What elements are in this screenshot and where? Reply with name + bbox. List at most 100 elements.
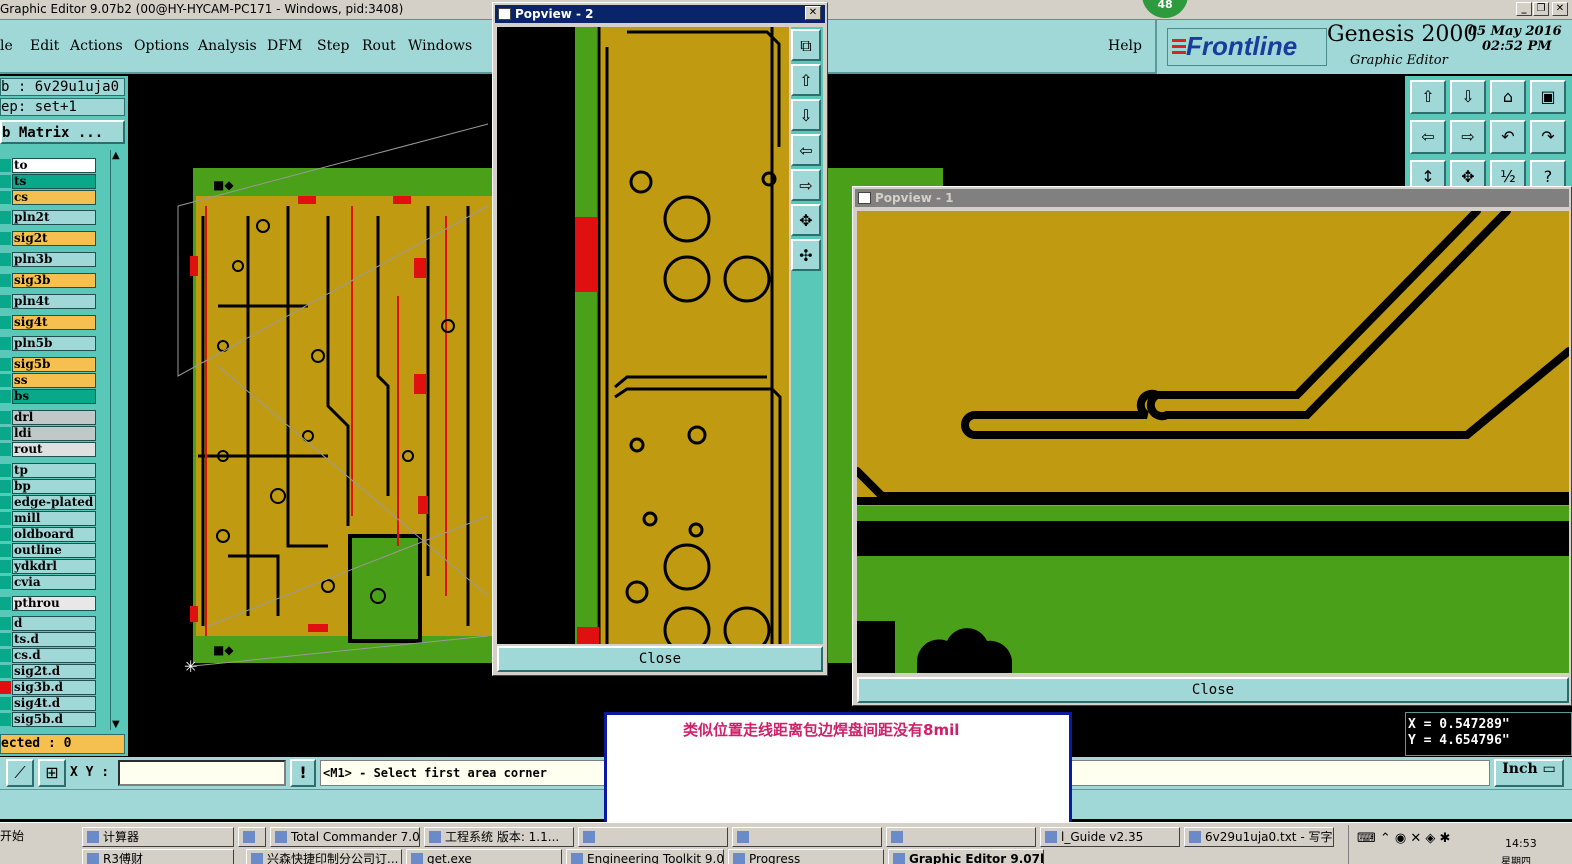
layer-affected-indicator[interactable] — [0, 560, 11, 573]
layer-affected-indicator[interactable] — [0, 544, 11, 557]
layer-sig3b-d[interactable]: sig3b.d — [12, 680, 96, 695]
menu-actions[interactable]: Actions — [70, 38, 123, 54]
pv-pan-right-icon[interactable]: ⇨ — [791, 169, 821, 201]
layer-affected-indicator[interactable] — [0, 496, 11, 509]
task-item[interactable] — [578, 827, 728, 847]
layer-affected-indicator[interactable] — [0, 665, 11, 678]
layer-affected-indicator[interactable] — [0, 411, 11, 424]
scroll-down-icon[interactable]: ▼ — [112, 719, 120, 730]
maximize-button[interactable]: ❐ — [1533, 2, 1549, 16]
popview-1-canvas[interactable] — [857, 211, 1569, 673]
layer-sig4t[interactable]: sig4t — [12, 315, 96, 330]
task-total-commander[interactable]: Total Commander 7.0 ... — [270, 827, 420, 847]
close-window-button[interactable]: ✕ — [1552, 2, 1568, 16]
layer-affected-indicator[interactable] — [0, 633, 11, 646]
layer-sig3b[interactable]: sig3b — [12, 273, 96, 288]
layer-cs-d[interactable]: cs.d — [12, 648, 96, 663]
layer-pthrou[interactable]: pthrou — [12, 596, 96, 611]
layer-affected-indicator[interactable] — [0, 390, 11, 403]
layer-tp[interactable]: tp — [12, 463, 96, 478]
layer-affected-indicator[interactable] — [0, 211, 11, 224]
home-icon[interactable]: ⌂ — [1490, 80, 1526, 114]
layer-drl[interactable]: drl — [12, 410, 96, 425]
pv-zoom-out-icon[interactable]: ⇩ — [791, 99, 821, 131]
layer-scrollbar[interactable]: ▲ ▼ — [110, 150, 124, 730]
layer-affected-indicator[interactable] — [0, 274, 11, 287]
layer-sig2t-d[interactable]: sig2t.d — [12, 664, 96, 679]
layer-affected-indicator[interactable] — [0, 617, 11, 630]
layer-affected-indicator[interactable] — [0, 649, 11, 662]
layer-d[interactable]: d — [12, 616, 96, 631]
pan-right-icon[interactable]: ⇨ — [1450, 120, 1486, 154]
layer-pln3b[interactable]: pln3b — [12, 252, 96, 267]
layer-affected-indicator[interactable] — [0, 697, 11, 710]
task-graphic-editor[interactable]: Graphic Editor 9.07b2... — [888, 849, 1044, 864]
scroll-up-icon[interactable]: ▲ — [112, 150, 120, 161]
menu-rout[interactable]: Rout — [362, 38, 396, 54]
start-button[interactable]: 开始 — [0, 827, 24, 844]
pv-move-icon[interactable]: ✣ — [791, 239, 821, 271]
layer-affected-indicator[interactable] — [0, 597, 11, 610]
layer-rout[interactable]: rout — [12, 442, 96, 457]
layer-sig5b-d[interactable]: sig5b.d — [12, 712, 96, 727]
zoom-home-icon[interactable]: ⇧ — [1410, 80, 1446, 114]
layer-ts-d[interactable]: ts.d — [12, 632, 96, 647]
task-orders[interactable]: 兴森快捷印制分公司订... — [246, 849, 402, 864]
units-selector[interactable]: Inch ▭ — [1494, 759, 1564, 787]
popview-1-titlebar[interactable]: Popview - 1 — [855, 189, 1569, 207]
alert-icon[interactable]: ! — [290, 759, 316, 787]
pv-expand-icon[interactable]: ✥ — [791, 204, 821, 236]
menu-analysis[interactable]: Analysis — [198, 38, 257, 54]
layer-affected-indicator[interactable] — [0, 175, 11, 188]
redo-icon[interactable]: ↷ — [1530, 120, 1566, 154]
menu-help[interactable]: Help — [1108, 38, 1142, 54]
popview-1-close-button[interactable]: Close — [857, 677, 1569, 703]
layer-affected-indicator[interactable] — [0, 512, 11, 525]
task-engineering-toolkit[interactable]: Engineering Toolkit 9.07... — [566, 849, 724, 864]
layer-affected-indicator[interactable] — [0, 528, 11, 541]
layer-affected-indicator[interactable] — [0, 358, 11, 371]
clock[interactable]: 14:53 — [1505, 837, 1537, 850]
layer-bp[interactable]: bp — [12, 479, 96, 494]
layer-sig4t-d[interactable]: sig4t.d — [12, 696, 96, 711]
layer-affected-indicator[interactable] — [0, 374, 11, 387]
layer-mill[interactable]: mill — [12, 511, 96, 526]
menu-step[interactable]: Step — [317, 38, 349, 54]
layer-cvia[interactable]: cvia — [12, 575, 96, 590]
menu-dfm[interactable]: DFM — [267, 38, 302, 54]
layer-cs[interactable]: cs — [12, 190, 96, 205]
menu-file[interactable]: le — [0, 38, 13, 54]
task-get-exe[interactable]: get.exe — [406, 849, 562, 864]
layer-affected-indicator[interactable] — [0, 443, 11, 456]
menu-windows[interactable]: Windows — [408, 38, 472, 54]
layer-affected-indicator[interactable] — [0, 681, 11, 694]
layer-affected-indicator[interactable] — [0, 316, 11, 329]
layer-affected-indicator[interactable] — [0, 713, 11, 726]
layer-sig5b[interactable]: sig5b — [12, 357, 96, 372]
task-guide[interactable]: l_Guide v2.35 — [1040, 827, 1180, 847]
task-app[interactable] — [238, 827, 266, 847]
layer-ts[interactable]: ts — [12, 174, 96, 189]
menu-options[interactable]: Options — [134, 38, 189, 54]
layer-outline[interactable]: outline — [12, 543, 96, 558]
task-calculator[interactable]: 计算器 — [82, 827, 234, 847]
layer-ss[interactable]: ss — [12, 373, 96, 388]
layer-bs[interactable]: bs — [12, 389, 96, 404]
pv-fit-icon[interactable]: ⧉ — [791, 29, 821, 61]
pv-zoom-in-icon[interactable]: ⇧ — [791, 64, 821, 96]
undo-icon[interactable]: ↶ — [1490, 120, 1526, 154]
layer-pln5b[interactable]: pln5b — [12, 336, 96, 351]
popview-2-close-icon[interactable]: ✕ — [805, 6, 821, 20]
layer-pln2t[interactable]: pln2t — [12, 210, 96, 225]
fit-icon[interactable]: ▣ — [1530, 80, 1566, 114]
layer-affected-indicator[interactable] — [0, 427, 11, 440]
layer-affected-indicator[interactable] — [0, 480, 11, 493]
popview-2-canvas[interactable] — [497, 27, 789, 644]
layer-affected-indicator[interactable] — [0, 191, 11, 204]
minimize-button[interactable]: _ — [1516, 2, 1532, 16]
task-wordpad[interactable]: 6v29u1uja0.txt - 写字板 — [1184, 827, 1334, 847]
task-engineering-system[interactable]: 工程系统 版本: 1.1... — [424, 827, 574, 847]
xy-input[interactable] — [118, 760, 286, 786]
layer-edge-plated[interactable]: edge-plated — [12, 495, 96, 510]
layer-affected-indicator[interactable] — [0, 159, 11, 172]
